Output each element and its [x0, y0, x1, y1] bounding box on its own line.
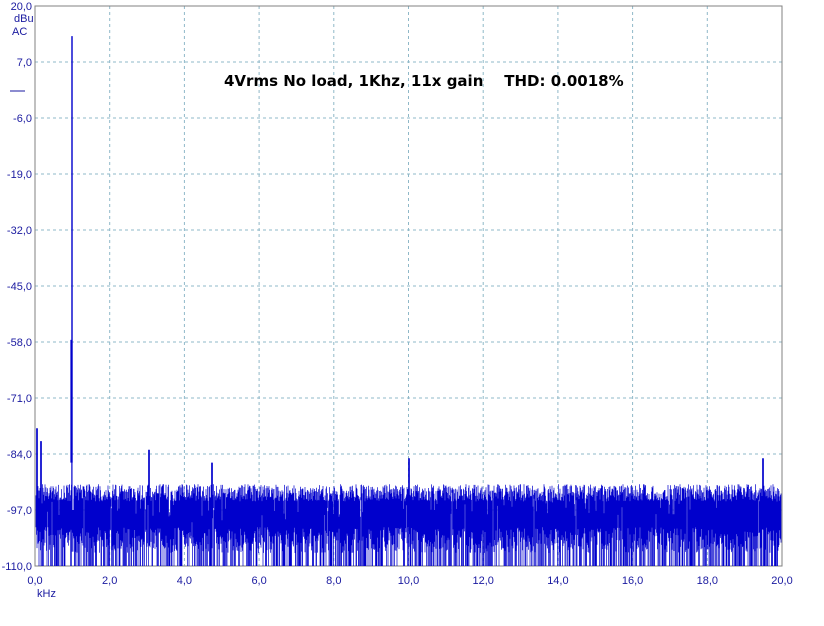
y-tick-label: -32,0 [7, 225, 32, 237]
y-mode-label: AC [12, 26, 27, 38]
y-tick-label: -110,0 [2, 561, 32, 573]
y-tick-label: -97,0 [7, 505, 32, 517]
y-tick-label: 7,0 [17, 57, 32, 69]
x-tick-label: 0,0 [27, 575, 42, 587]
chart-title: 4Vrms No load, 1Khz, 11x gain THD: 0.001… [224, 72, 624, 90]
noise-floor [35, 428, 782, 566]
x-tick-label: 4,0 [177, 575, 192, 587]
x-tick-label: 2,0 [102, 575, 117, 587]
y-tick-label: -6,0 [13, 113, 32, 125]
x-tick-label: 8,0 [326, 575, 341, 587]
y-tick-label: -45,0 [7, 281, 32, 293]
y-tick-labels: 20,0 7,0 -6,0 -19,0 -32,0 -45,0 -58,0 -71,0 -84,… [2, 1, 32, 573]
x-tick-label: 14,0 [547, 575, 568, 587]
y-tick-label: -19,0 [7, 169, 32, 181]
x-tick-label: 16,0 [622, 575, 643, 587]
y-tick-label: -71,0 [7, 393, 32, 405]
x-tick-label: 6,0 [251, 575, 266, 587]
y-tick-label: 20,0 [11, 1, 32, 13]
x-unit-label: kHz [37, 588, 56, 600]
y-tick-label: -58,0 [7, 337, 32, 349]
y-tick-label: -84,0 [7, 449, 32, 461]
x-tick-labels: 0,0 2,0 4,0 6,0 8,0 10,0 12,0 14,0 16,0 18,0 20,0 [27, 575, 792, 587]
x-tick-label: 12,0 [472, 575, 493, 587]
y-unit-label: dBu [14, 13, 34, 25]
x-tick-label: 10,0 [398, 575, 419, 587]
x-tick-label: 20,0 [771, 575, 792, 587]
spectrum-chart: 20,0 7,0 -6,0 -19,0 -32,0 -45,0 -58,0 -71,0 -84,… [2, 1, 793, 600]
x-tick-label: 18,0 [697, 575, 718, 587]
